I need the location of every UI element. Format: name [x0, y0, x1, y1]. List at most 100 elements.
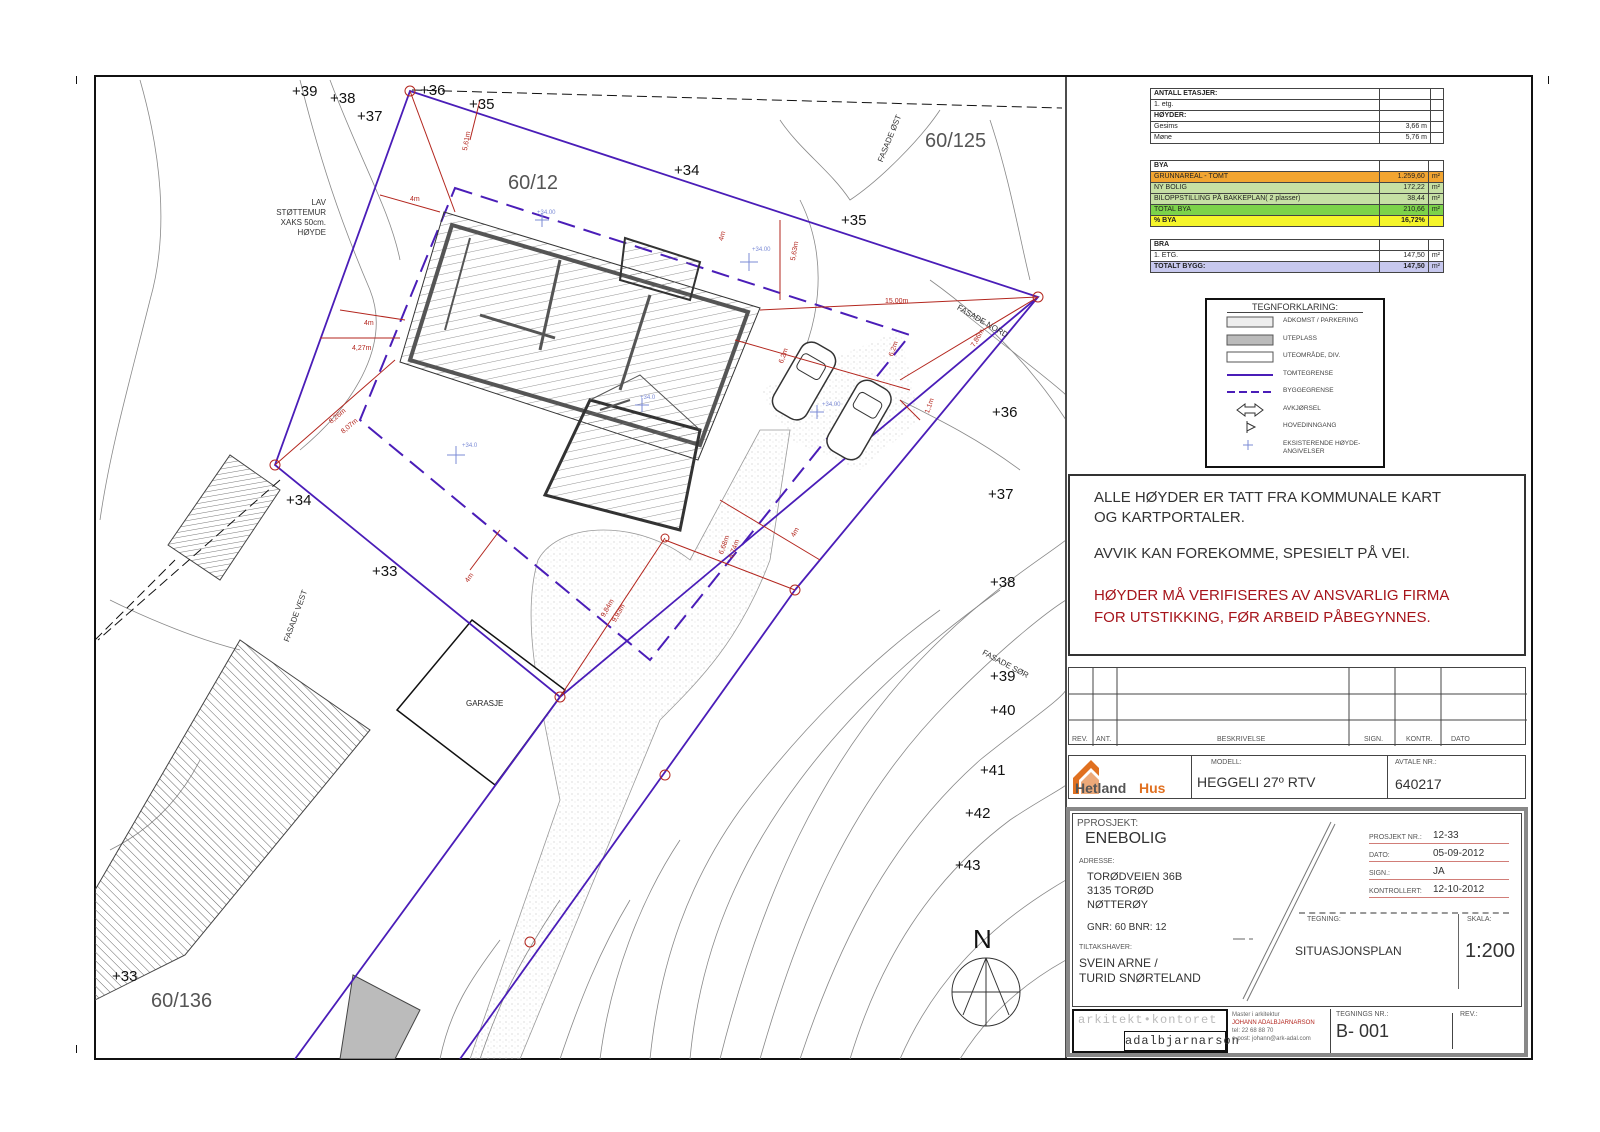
area-value: 172,22: [1379, 182, 1429, 194]
project-field-value: 12-33: [1433, 830, 1459, 841]
logo-text-hetland: Hetland: [1075, 780, 1127, 796]
elevation-label: +34: [674, 162, 700, 179]
spot-height-label: +34.00: [537, 210, 556, 216]
legend-item-label: TOMTEGRENSE: [1283, 369, 1334, 377]
area-table-row: Gesims 3,66 m: [1150, 121, 1444, 133]
area-unit: [1430, 110, 1444, 122]
scale-label: SKALA:: [1467, 916, 1492, 923]
parcel-label: 60/136: [151, 990, 213, 1012]
office-row: arkitekt•kontoret adalbjarnarson Master …: [1072, 1009, 1522, 1053]
area-label: BRA: [1150, 239, 1380, 251]
address-lines: TORØDVEIEN 36B 3135 TORØD NØTTERØY: [1087, 870, 1182, 912]
area-label: TOTALT BYGG:: [1150, 261, 1380, 273]
elevation-label: +38: [330, 90, 356, 107]
patio-symbol: [1226, 334, 1274, 345]
note-line: OG KARTPORTALER.: [1094, 509, 1245, 526]
area-label: HØYDER:: [1150, 110, 1380, 122]
parcel-label: 60/12: [508, 172, 559, 194]
area-table-row: BILOPPSTILLING PÅ BAKKEPLAN( 2 plasser) 3…: [1150, 193, 1445, 205]
elevation-label: +33: [372, 563, 398, 580]
area-table-row: GRUNNAREAL - TOMT 1.259,60 m²: [1150, 171, 1445, 183]
field-underline: [1369, 861, 1509, 862]
area-table: ANTALL ETASJER: 1. etg. HØYDER: Gesims 3,66 …: [1150, 88, 1445, 285]
divider: [1387, 756, 1388, 798]
revision-label: REV.:: [1460, 1011, 1478, 1018]
area-value: 3,66 m: [1379, 121, 1431, 133]
owner-lines: SVEIN ARNE / TURID SNØRTELAND: [1079, 956, 1201, 986]
area-value: [1379, 99, 1431, 111]
elevation-label: +35: [469, 96, 495, 113]
note-line: AVVIK KAN FOREKOMME, SPESIELT PÅ VEI.: [1094, 545, 1410, 562]
rev-header: DATO: [1451, 736, 1470, 743]
area-unit: m²: [1427, 193, 1445, 205]
area-unit: [1427, 160, 1445, 172]
area-label: Gesims: [1150, 121, 1380, 133]
note-line: XAKS 50cm.: [280, 218, 326, 227]
area-unit: [1427, 215, 1445, 227]
area-table-row: 1. ETG. 147,50 m²: [1150, 250, 1445, 262]
legend-item-label: BYGGEGRENSE: [1283, 387, 1334, 394]
neighbour-building-small: [167, 454, 281, 581]
elevation-label: +42: [965, 805, 991, 822]
elevation-label: +34: [286, 492, 312, 509]
north-label: N: [973, 924, 992, 954]
owner-label: TILTAKSHAVER:: [1079, 944, 1132, 951]
legend-item: TOMTEGRENSE: [1207, 366, 1383, 384]
logo-text-hus: Hus: [1139, 780, 1166, 796]
area-unit: m²: [1427, 204, 1445, 216]
spot-height-label: +34.0: [462, 443, 478, 449]
model-label: MODELL:: [1211, 759, 1242, 766]
elevation-label: +40: [990, 702, 1016, 719]
office-role: Master i arkitektur: [1232, 1012, 1280, 1018]
rev-header: SIGN.: [1364, 736, 1384, 743]
office-details: Master i arkitektur JOHANN ADALBJARNARSO…: [1232, 1011, 1315, 1043]
area-unit: m²: [1427, 171, 1445, 183]
divider: [1458, 914, 1459, 989]
divider: [1330, 1009, 1331, 1053]
drawing-number-label: TEGNINGS NR.:: [1336, 1011, 1389, 1018]
divider: [1452, 1013, 1453, 1049]
rev-header: REV.: [1072, 736, 1088, 743]
legend-item: ADKOMST / PARKERING: [1207, 313, 1383, 331]
area-label: BILOPPSTILLING PÅ BAKKEPLAN( 2 plasser): [1150, 193, 1380, 205]
neighbour-boundary: [97, 479, 281, 641]
address-label: ADRESSE:: [1079, 858, 1115, 865]
project-field-label: KONTROLLERT:: [1369, 888, 1422, 895]
model-value: HEGGELI 27º RTV: [1197, 774, 1316, 790]
notes-box: ALLE HØYDER ER TATT FRA KOMMUNALE KART O…: [1068, 474, 1526, 656]
rev-header: ANT.: [1096, 736, 1112, 743]
main-entrance-icon: [1246, 421, 1257, 433]
project-label: PPROSJEKT:: [1077, 818, 1139, 829]
area-table-section: BYA GRUNNAREAL - TOMT 1.259,60 m² NY BOLIG 17…: [1150, 160, 1445, 227]
model-block: Hetland Hus MODELL: HEGGELI 27º RTV AVTA…: [1068, 755, 1526, 799]
retaining-wall-note: LAV STØTTEMUR XAKS 50cm. HØYDE: [262, 198, 326, 238]
area-value: [1379, 160, 1429, 172]
elevation-label: +37: [988, 486, 1014, 503]
legend-item: AVKJØRSEL: [1207, 401, 1383, 419]
building-limit-symbol: [1227, 391, 1273, 393]
legend-box: TEGNFORKLARING: ADKOMST / PARKERING UTEPL…: [1205, 298, 1385, 468]
field-underline: [1369, 897, 1509, 898]
elevation-label: +35: [841, 212, 867, 229]
separator-lines: [1233, 821, 1336, 1002]
field-underline: [1369, 843, 1509, 844]
agreement-label: AVTALE NR.:: [1395, 759, 1437, 766]
address-line: 3135 TORØD: [1087, 885, 1154, 897]
legend-item-label: AVKJØRSEL: [1283, 404, 1321, 412]
area-label: Møne: [1150, 132, 1380, 144]
rev-header: BESKRIVELSE: [1217, 736, 1266, 743]
area-table-row: BRA: [1150, 239, 1445, 251]
legend-title: TEGNFORKLARING:: [1227, 302, 1363, 313]
area-value: 16,72%: [1379, 215, 1429, 227]
legend-item: BYGGEGRENSE: [1207, 383, 1383, 401]
area-value: [1379, 88, 1431, 100]
project-inner: PPROSJEKT: ENEBOLIG ADRESSE: TORØDVEIEN …: [1072, 813, 1522, 1007]
elevation-label: +41: [980, 762, 1006, 779]
house-footprint: [399, 211, 761, 532]
area-value: 38,44: [1379, 193, 1429, 205]
outdoor-area-symbol: [1226, 351, 1274, 363]
legend-item-label: UTEPLASS: [1283, 334, 1317, 342]
address-line: NØTTERØY: [1087, 899, 1149, 911]
neighbour-boundary: [411, 89, 1063, 109]
area-label: % BYA: [1150, 215, 1380, 227]
